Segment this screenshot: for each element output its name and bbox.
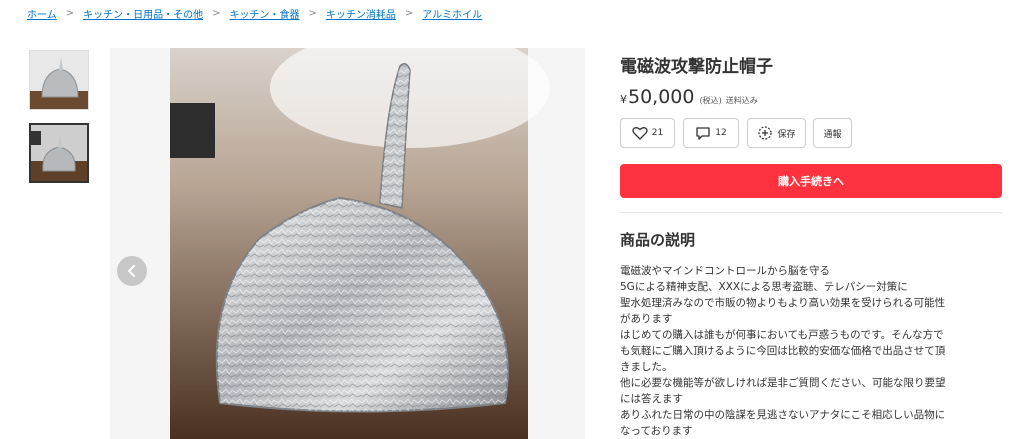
comment-button[interactable]: 12 (683, 118, 739, 148)
product-photo (110, 48, 585, 439)
chevron-left-icon (128, 265, 135, 277)
description-line: 電磁波やマインドコントロールから脳を守る (620, 265, 830, 277)
description-line: 他に必要な機能等が欲しければ是非ご質問ください、可能な限り要望 (620, 377, 946, 389)
product-photo-area (110, 48, 585, 439)
chevron-right-icon: > (308, 8, 317, 19)
heart-icon (632, 127, 648, 140)
report-label: 通報 (823, 129, 842, 140)
like-button[interactable]: 21 (620, 118, 675, 148)
save-plus-icon (758, 126, 773, 140)
buy-button[interactable]: 購入手続きへ (620, 164, 1002, 198)
report-button[interactable]: 通報 (813, 118, 852, 148)
previous-image-button[interactable] (117, 256, 147, 286)
description-line: も気軽にご購入頂けるように今回は比較的安価な価格で出品させて頂 (620, 345, 946, 357)
chevron-right-icon: > (212, 8, 221, 19)
description-line: はじめての購入は誰もが何事においても戸惑うものです。そんな方で (620, 329, 944, 341)
comment-icon (696, 126, 710, 140)
thumbnail-2-selected[interactable] (29, 123, 89, 183)
description-line: があります (620, 313, 673, 325)
description-text: 電磁波やマインドコントロールから脳を守る 5Gによる精神支配、XXXによる思考盗… (620, 263, 1005, 439)
comment-count: 12 (715, 128, 727, 138)
chevron-right-icon: > (65, 8, 75, 19)
thumbnail-1-image (30, 51, 88, 109)
thumbnail-2-image (31, 125, 87, 181)
breadcrumb-kitchen-consumables[interactable]: キッチン消耗品 (326, 6, 396, 21)
shipping-note: 送料込み (725, 96, 758, 105)
description-line: ありふれた日常の中の陰謀を見逃さないアナタにこそ相応しい品物に (620, 409, 946, 421)
price-value: 50,000 (628, 86, 695, 108)
breadcrumb-kitchen-daily[interactable]: キッチン・日用品・その他 (83, 6, 203, 21)
breadcrumb-aluminum-foil[interactable]: アルミホイル (422, 6, 482, 21)
breadcrumb-kitchen-tableware[interactable]: キッチン・食器 (229, 6, 299, 21)
save-label: 保存 (777, 129, 796, 140)
save-button[interactable]: 保存 (747, 118, 806, 148)
price-currency: ¥ (620, 93, 627, 106)
thumbnail-1[interactable] (29, 50, 89, 110)
description-line: きました。 (620, 361, 673, 373)
price-row: ¥ 50,000 (税込) 送料込み (620, 86, 758, 108)
tax-note: (税込) (699, 96, 722, 105)
like-count: 21 (651, 128, 664, 138)
description-line: には答えます (620, 393, 683, 405)
description-line: なっております (620, 425, 693, 437)
breadcrumb-home[interactable]: ホーム (27, 6, 57, 21)
breadcrumb: ホーム > キッチン・日用品・その他 > キッチン・食器 > キッチン消耗品 >… (27, 6, 482, 21)
chevron-right-icon: > (404, 8, 414, 19)
description-title: 商品の説明 (620, 231, 696, 249)
product-title: 電磁波攻撃防止帽子 (620, 57, 773, 77)
description-line: 聖水処理済みなので市販の物よりもより高い効果を受けられる可能性 (620, 297, 946, 309)
description-line: 5Gによる精神支配、XXXによる思考盗聴、テレパシー対策に (620, 281, 908, 293)
divider (620, 212, 1002, 213)
